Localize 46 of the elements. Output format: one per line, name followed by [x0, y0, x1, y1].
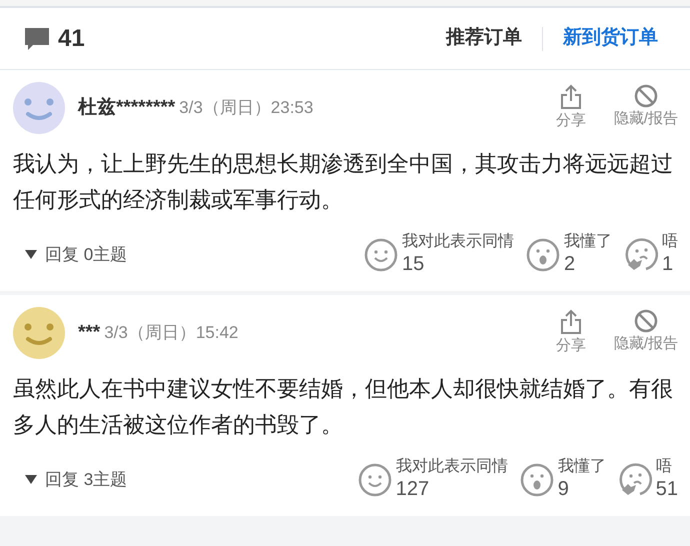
thinking-face-icon — [618, 462, 652, 496]
tab[interactable]: 新到货订单 — [543, 24, 678, 53]
comment-text: 我认为，让上野先生的思想长期渗透到全中国，其攻击力将远远超过任何形式的经济制裁或军事行动。 — [13, 150, 674, 214]
share-icon — [560, 308, 582, 335]
reaction-label: 我懂了 — [558, 457, 606, 477]
comment-count: 41 — [58, 24, 85, 54]
reaction-label: 我对此表示同情 — [402, 232, 514, 252]
prohibited-icon — [634, 84, 658, 108]
surprised-face-icon — [520, 462, 554, 496]
reaction-count: 15 — [402, 252, 424, 277]
timestamp: 3/3（周日）15:42 — [104, 322, 238, 344]
reaction-label: 唔 — [662, 232, 678, 252]
reaction-button[interactable]: 我懂了 2 — [526, 232, 612, 277]
smile-face-icon — [364, 238, 398, 272]
replies-toggle[interactable]: 回复 0主题 — [25, 242, 128, 268]
reaction-button[interactable]: 唔 1 — [624, 232, 678, 277]
reaction-label: 唔 — [656, 457, 672, 477]
author-name: 杜兹******** — [78, 96, 176, 120]
caret-icon — [25, 250, 37, 259]
hide-report-button[interactable]: 隐藏/报告 — [614, 308, 678, 356]
surprised-face-icon — [526, 238, 560, 272]
reaction-count: 9 — [558, 477, 569, 502]
author-name: *** — [78, 320, 100, 345]
reaction-button[interactable]: 唔 51 — [618, 457, 678, 502]
share-button[interactable]: 分享 — [556, 84, 586, 132]
tab[interactable]: 推荐订单 — [426, 24, 542, 53]
prohibited-icon — [634, 308, 658, 333]
timestamp: 3/3（周日）23:53 — [179, 97, 314, 120]
caret-icon — [25, 475, 37, 484]
smile-face-icon — [358, 462, 392, 496]
comment-icon — [24, 26, 50, 50]
share-icon — [560, 84, 582, 110]
comment-text: 虽然此人在书中建议女性不要结婚，但他本人却很快就结婚了。有很多人的生活被这位作者的书毁了。 — [13, 375, 674, 439]
replies-toggle[interactable]: 回复 3主题 — [25, 466, 128, 492]
reaction-label: 我对此表示同情 — [396, 457, 508, 477]
reaction-count: 127 — [396, 477, 430, 502]
hide-report-button[interactable]: 隐藏/报告 — [614, 84, 678, 130]
share-button[interactable]: 分享 — [556, 308, 586, 358]
reaction-button[interactable]: 我懂了 9 — [520, 457, 606, 502]
reaction-button[interactable]: 我对此表示同情 15 — [364, 232, 514, 277]
reaction-count: 2 — [564, 252, 576, 277]
reaction-count: 1 — [662, 252, 674, 277]
reaction-count: 51 — [656, 477, 678, 502]
thinking-face-icon — [624, 238, 658, 272]
reaction-label: 我懂了 — [564, 232, 612, 252]
reaction-button[interactable]: 我对此表示同情 127 — [358, 457, 508, 502]
